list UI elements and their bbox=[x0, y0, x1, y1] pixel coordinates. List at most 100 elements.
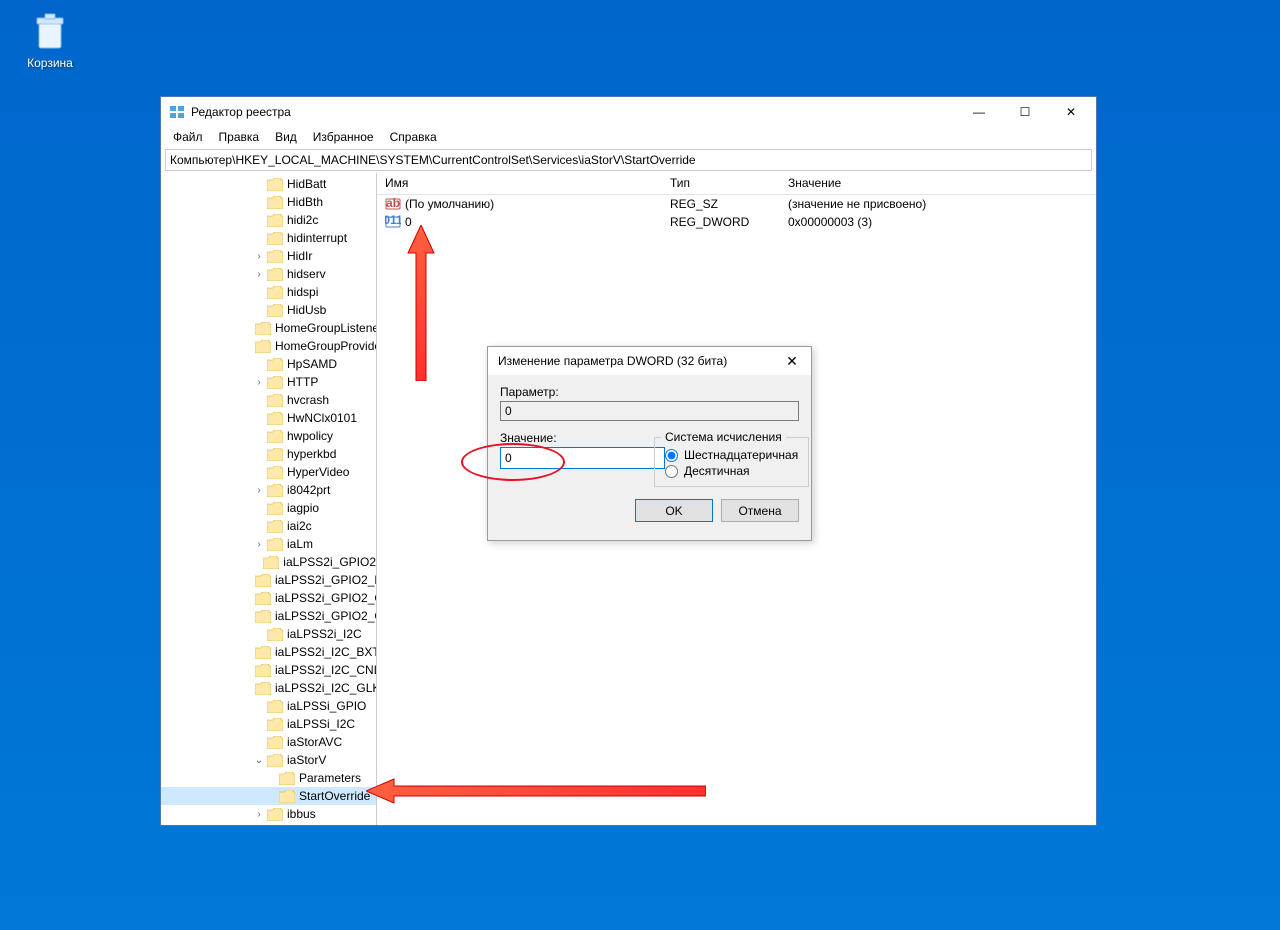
tree-item-hwpolicy[interactable]: hwpolicy bbox=[161, 427, 376, 445]
minimize-button[interactable]: — bbox=[956, 97, 1002, 127]
tree-item-label: i8042prt bbox=[287, 483, 330, 497]
close-button[interactable]: ✕ bbox=[1048, 97, 1094, 127]
value-input[interactable] bbox=[500, 447, 665, 469]
value-name: 0 bbox=[405, 215, 412, 229]
tree-item-HidUsb[interactable]: HidUsb bbox=[161, 301, 376, 319]
menu-view[interactable]: Вид bbox=[267, 128, 305, 146]
col-type[interactable]: Тип bbox=[662, 173, 780, 194]
dialog-titlebar[interactable]: Изменение параметра DWORD (32 бита) ✕ bbox=[488, 347, 811, 375]
folder-icon bbox=[255, 646, 271, 659]
tree-item-iaLPSS2i_GPIO2_BXT_P[interactable]: iaLPSS2i_GPIO2_BXT_P bbox=[161, 571, 376, 589]
tree-item-hvcrash[interactable]: hvcrash bbox=[161, 391, 376, 409]
tree-pane[interactable]: HidBattHidBthhidi2chidinterrupt›HidIr›hi… bbox=[161, 173, 377, 825]
tree-item-label: HpSAMD bbox=[287, 357, 337, 371]
chevron-icon[interactable]: › bbox=[253, 539, 265, 550]
tree-item-iaLPSS2i_GPIO2_GLK[interactable]: iaLPSS2i_GPIO2_GLK bbox=[161, 607, 376, 625]
tree-item-label: iaStorAVC bbox=[287, 735, 342, 749]
tree-item-label: hidinterrupt bbox=[287, 231, 347, 245]
tree-item-hidserv[interactable]: ›hidserv bbox=[161, 265, 376, 283]
param-label: Параметр: bbox=[500, 385, 799, 399]
tree-item-HidBatt[interactable]: HidBatt bbox=[161, 175, 376, 193]
tree-item-HTTP[interactable]: ›HTTP bbox=[161, 373, 376, 391]
folder-icon bbox=[255, 664, 271, 677]
chevron-icon[interactable]: › bbox=[253, 269, 265, 280]
menu-favorites[interactable]: Избранное bbox=[305, 128, 382, 146]
value-data: (значение не присвоено) bbox=[780, 197, 1096, 211]
recycle-bin-icon bbox=[29, 10, 71, 52]
tree-item-label: iaLPSSi_I2C bbox=[287, 717, 355, 731]
folder-icon bbox=[255, 682, 271, 695]
folder-icon bbox=[267, 754, 283, 767]
tree-item-iaLPSS2i_I2C_BXT_P[interactable]: iaLPSS2i_I2C_BXT_P bbox=[161, 643, 376, 661]
menubar: Файл Правка Вид Избранное Справка bbox=[161, 127, 1096, 147]
chevron-icon[interactable]: ⌄ bbox=[253, 755, 265, 766]
radio-hex[interactable]: Шестнадцатеричная bbox=[665, 448, 798, 462]
chevron-icon[interactable]: › bbox=[253, 251, 265, 262]
list-row[interactable]: ab(По умолчанию)REG_SZ(значение не присв… bbox=[377, 195, 1096, 213]
list-row[interactable]: 0110REG_DWORD0x00000003 (3) bbox=[377, 213, 1096, 231]
col-value[interactable]: Значение bbox=[780, 173, 1096, 194]
tree-item-iaLPSS2i_GPIO2_CNL[interactable]: iaLPSS2i_GPIO2_CNL bbox=[161, 589, 376, 607]
tree-item-StartOverride[interactable]: StartOverride bbox=[161, 787, 376, 805]
folder-icon bbox=[255, 322, 271, 335]
chevron-icon[interactable]: › bbox=[253, 809, 265, 820]
dialog-close-button[interactable]: ✕ bbox=[777, 350, 807, 372]
tree-item-Parameters[interactable]: Parameters bbox=[161, 769, 376, 787]
value-name: (По умолчанию) bbox=[405, 197, 494, 211]
tree-item-iaStorV[interactable]: ⌄iaStorV bbox=[161, 751, 376, 769]
folder-icon bbox=[267, 358, 283, 371]
radio-dec[interactable]: Десятичная bbox=[665, 464, 798, 478]
folder-icon bbox=[267, 808, 283, 821]
window-title: Редактор реестра bbox=[191, 105, 956, 119]
menu-file[interactable]: Файл bbox=[165, 128, 211, 146]
titlebar[interactable]: Редактор реестра — ☐ ✕ bbox=[161, 97, 1096, 127]
tree-item-iaLPSS2i_GPIO2[interactable]: iaLPSS2i_GPIO2 bbox=[161, 553, 376, 571]
tree-item-label: HidBatt bbox=[287, 177, 326, 191]
tree-item-iagpio[interactable]: iagpio bbox=[161, 499, 376, 517]
tree-item-HidIr[interactable]: › HidIr bbox=[161, 247, 376, 265]
tree-item-iaLPSS2i_I2C_GLK[interactable]: iaLPSS2i_I2C_GLK bbox=[161, 679, 376, 697]
cancel-button[interactable]: Отмена bbox=[721, 499, 799, 522]
radio-hex-input[interactable] bbox=[665, 449, 678, 462]
tree-item-HomeGroupListener[interactable]: HomeGroupListener bbox=[161, 319, 376, 337]
tree-item-label: hvcrash bbox=[287, 393, 329, 407]
radio-dec-input[interactable] bbox=[665, 465, 678, 478]
tree-item-HomeGroupProvider[interactable]: HomeGroupProvider bbox=[161, 337, 376, 355]
tree-item-iai2c[interactable]: iai2c bbox=[161, 517, 376, 535]
tree-item-label: iaLPSS2i_GPIO2_BXT_P bbox=[275, 573, 377, 587]
tree-item-i8042prt[interactable]: › i8042prt bbox=[161, 481, 376, 499]
tree-item-label: HidIr bbox=[287, 249, 312, 263]
tree-item-label: iaLPSS2i_I2C_GLK bbox=[275, 681, 377, 695]
menu-edit[interactable]: Правка bbox=[211, 128, 268, 146]
chevron-icon[interactable]: › bbox=[253, 377, 265, 388]
tree-item-label: HidUsb bbox=[287, 303, 326, 317]
tree-item-label: HomeGroupProvider bbox=[275, 339, 377, 353]
string-value-icon: ab bbox=[385, 196, 401, 212]
tree-item-iaLPSS2i_I2C[interactable]: iaLPSS2i_I2C bbox=[161, 625, 376, 643]
tree-item-iaLPSSi_GPIO[interactable]: iaLPSSi_GPIO bbox=[161, 697, 376, 715]
tree-item-iaLPSS2i_I2C_CNL[interactable]: iaLPSS2i_I2C_CNL bbox=[161, 661, 376, 679]
tree-item-hidinterrupt[interactable]: hidinterrupt bbox=[161, 229, 376, 247]
folder-icon bbox=[255, 340, 271, 353]
address-bar[interactable]: Компьютер\HKEY_LOCAL_MACHINE\SYSTEM\Curr… bbox=[165, 149, 1092, 171]
tree-item-hidspi[interactable]: hidspi bbox=[161, 283, 376, 301]
maximize-button[interactable]: ☐ bbox=[1002, 97, 1048, 127]
ok-button[interactable]: OK bbox=[635, 499, 713, 522]
col-name[interactable]: Имя bbox=[377, 173, 662, 194]
tree-item-hidi2c[interactable]: hidi2c bbox=[161, 211, 376, 229]
menu-help[interactable]: Справка bbox=[382, 128, 445, 146]
recycle-bin[interactable]: Корзина bbox=[20, 10, 80, 70]
tree-item-HwNClx0101[interactable]: HwNClx0101 bbox=[161, 409, 376, 427]
tree-item-HpSAMD[interactable]: HpSAMD bbox=[161, 355, 376, 373]
tree-item-iaLPSSi_I2C[interactable]: iaLPSSi_I2C bbox=[161, 715, 376, 733]
tree-item-label: iaLPSS2i_I2C_BXT_P bbox=[275, 645, 377, 659]
chevron-icon[interactable]: › bbox=[253, 485, 265, 496]
tree-item-hyperkbd[interactable]: hyperkbd bbox=[161, 445, 376, 463]
tree-item-HyperVideo[interactable]: HyperVideo bbox=[161, 463, 376, 481]
folder-icon bbox=[267, 520, 283, 533]
tree-item-ibbus[interactable]: ›ibbus bbox=[161, 805, 376, 823]
tree-item-HidBth[interactable]: HidBth bbox=[161, 193, 376, 211]
tree-item-iaLm[interactable]: ›iaLm bbox=[161, 535, 376, 553]
tree-item-iaStorAVC[interactable]: iaStorAVC bbox=[161, 733, 376, 751]
tree-item-label: hidspi bbox=[287, 285, 318, 299]
